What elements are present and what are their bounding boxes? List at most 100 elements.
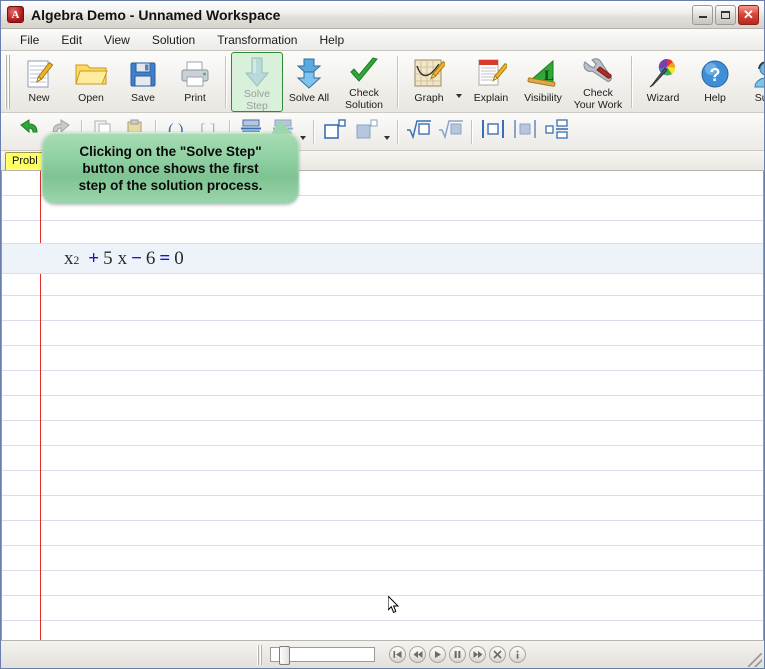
support-headset-icon — [751, 56, 764, 92]
equation-part-equals: = — [159, 247, 171, 269]
stop-close-button[interactable] — [489, 646, 506, 663]
window-controls: ✕ — [692, 4, 761, 25]
equation-part-minus: − — [131, 247, 142, 269]
pause-button[interactable] — [449, 646, 466, 663]
menu-item-edit[interactable]: Edit — [50, 31, 93, 49]
problem-tab[interactable]: Probl — [5, 152, 45, 170]
save-button-label: Save — [131, 92, 155, 104]
absolute-value-filled-button[interactable] — [509, 117, 541, 147]
radical-button[interactable] — [403, 117, 435, 147]
minimize-button[interactable] — [692, 4, 713, 25]
new-button[interactable]: New — [13, 52, 65, 112]
callout-line-2: button once shows the first — [82, 160, 259, 176]
skip-to-start-button[interactable] — [389, 646, 406, 663]
play-button[interactable] — [429, 646, 446, 663]
help-button[interactable]: ? Help — [689, 52, 741, 112]
window-resize-grip[interactable] — [748, 653, 762, 667]
playback-bar — [1, 640, 764, 668]
check-your-work-button[interactable]: Check Your Work — [569, 52, 627, 112]
support-button[interactable]: Supp — [741, 52, 764, 112]
undo-button[interactable] — [13, 117, 45, 147]
explain-button[interactable]: Explain — [465, 52, 517, 112]
check-your-work-label-line1: Check — [583, 87, 613, 99]
workspace-area[interactable]: x 2 +5 x −6 = 0 — [1, 171, 764, 640]
format-separator-4 — [313, 119, 315, 144]
open-folder-icon — [74, 56, 108, 92]
menu-item-help[interactable]: Help — [308, 31, 355, 49]
equation-part-six: 6 — [145, 247, 156, 269]
solve-all-label: Solve All — [288, 92, 330, 104]
toolbar-drag-grip[interactable] — [4, 55, 11, 109]
visibility-triangle-icon: L — [527, 56, 559, 92]
info-button[interactable] — [509, 646, 526, 663]
maximize-button[interactable] — [715, 4, 736, 25]
title-bar: A Algebra Demo - Unnamed Workspace ✕ — [1, 1, 764, 29]
subscript-filled-square-icon — [355, 118, 379, 145]
fast-forward-button[interactable] — [469, 646, 486, 663]
equation-part-plus: + — [88, 247, 100, 269]
solve-step-button[interactable]: Solve Step — [231, 52, 283, 112]
playback-bar-grip[interactable] — [257, 644, 264, 665]
solve-step-tooltip-callout[interactable]: Clicking on the "Solve Step" button once… — [42, 120, 299, 204]
menu-item-view[interactable]: View — [93, 31, 141, 49]
callout-line-3: step of the solution process. — [78, 177, 263, 193]
open-button[interactable]: Open — [65, 52, 117, 112]
playback-slider-handle[interactable] — [279, 646, 290, 665]
exponent-filled-button[interactable] — [351, 117, 383, 147]
fraction-button[interactable] — [541, 117, 573, 147]
callout-text: Clicking on the "Solve Step" button once… — [79, 143, 263, 194]
rewind-button[interactable] — [409, 646, 426, 663]
close-button[interactable]: ✕ — [738, 4, 759, 25]
equation-expression[interactable]: x 2 +5 x −6 = 0 — [64, 248, 184, 270]
stack-dropdown-arrow-icon[interactable] — [300, 136, 306, 140]
radical-filled-button[interactable] — [435, 117, 467, 147]
superscript-square-icon — [323, 118, 347, 145]
support-button-label: Supp — [754, 92, 764, 104]
maximize-icon — [721, 10, 730, 19]
absolute-value-button[interactable] — [477, 117, 509, 147]
graph-dropdown-arrow-icon[interactable] — [456, 94, 462, 98]
double-down-arrow-icon — [294, 56, 324, 92]
toolbar-separator-2 — [397, 56, 399, 108]
svg-text:?: ? — [710, 65, 721, 85]
menu-item-file[interactable]: File — [9, 31, 50, 49]
graph-button-label: Graph — [414, 92, 444, 104]
superscript-button[interactable] — [319, 117, 351, 147]
save-button[interactable]: Save — [117, 52, 169, 112]
equation-part-x2: x — [117, 247, 128, 269]
explain-button-label: Explain — [473, 92, 509, 104]
equation-part-x1: x — [64, 247, 74, 269]
graph-button[interactable]: Graph — [403, 52, 455, 112]
format-separator-6 — [471, 119, 473, 144]
green-check-icon — [348, 56, 380, 87]
minimize-icon — [698, 16, 707, 18]
check-solution-button[interactable]: Check Solution — [335, 52, 393, 112]
equation-part-zero: 0 — [174, 247, 184, 269]
menu-item-solution[interactable]: Solution — [141, 31, 206, 49]
equation-row[interactable]: x 2 +5 x −6 = 0 — [2, 243, 763, 274]
toolbar-separator — [225, 56, 227, 108]
wizard-button[interactable]: Wizard — [637, 52, 689, 112]
absolute-value-empty-icon — [480, 118, 506, 145]
wizard-button-label: Wizard — [646, 92, 680, 104]
magic-wand-icon — [647, 56, 679, 92]
window-title: Algebra Demo - Unnamed Workspace — [31, 6, 281, 23]
undo-arrow-icon — [18, 119, 40, 144]
visibility-button[interactable]: L Visibility — [517, 52, 569, 112]
radical-filled-icon — [438, 118, 464, 145]
callout-tail-icon — [271, 120, 293, 134]
explain-paper-icon — [475, 56, 507, 92]
exponent-dropdown-arrow-icon[interactable] — [384, 136, 390, 140]
print-button[interactable]: Print — [169, 52, 221, 112]
menu-item-transformation[interactable]: Transformation — [206, 31, 308, 49]
playback-controls — [389, 646, 526, 663]
app-icon: A — [7, 6, 24, 23]
equation-part-exponent: 2 — [73, 254, 80, 267]
solve-step-label-line2: Step — [246, 100, 268, 112]
main-toolbar: New Open Save Print Solve Step Solve All… — [1, 51, 764, 113]
close-icon: ✕ — [743, 7, 754, 22]
playback-slider[interactable] — [270, 646, 375, 665]
format-separator-5 — [397, 119, 399, 144]
solve-all-button[interactable]: Solve All — [283, 52, 335, 112]
new-button-label: New — [28, 92, 50, 104]
